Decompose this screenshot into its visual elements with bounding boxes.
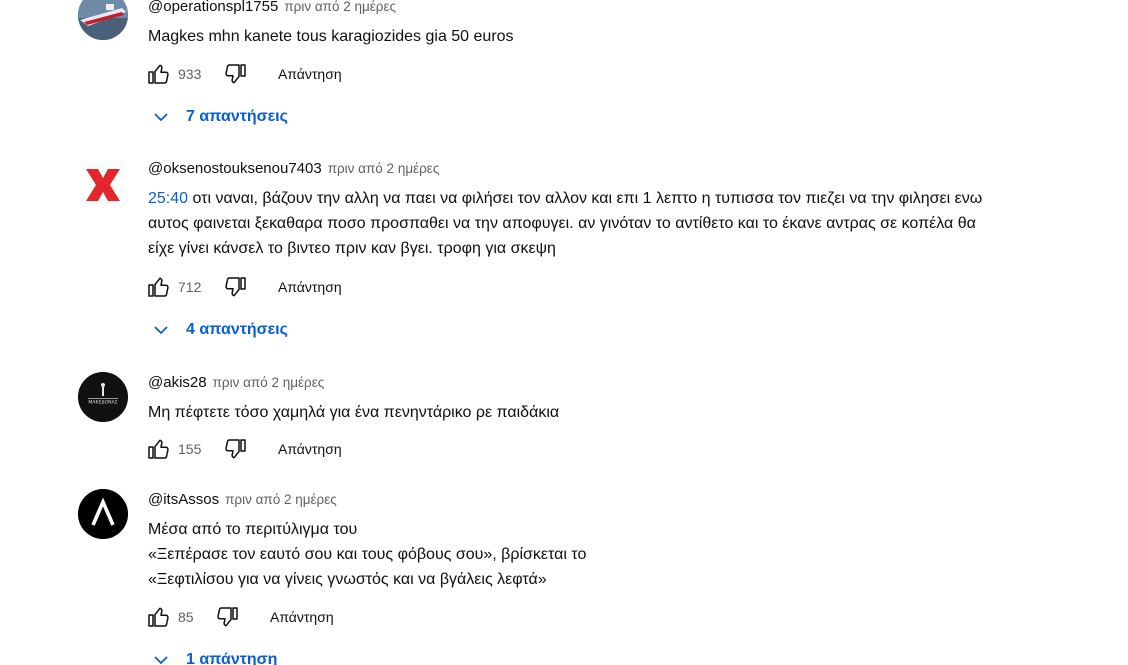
like-button[interactable] [146,274,172,300]
replies-count-label: 1 απάντηση [186,651,278,665]
dislike-button[interactable] [222,61,248,87]
thumbs-up-icon [148,277,169,297]
ship-icon [78,0,128,40]
letter-a-icon [78,489,128,539]
comment-author[interactable]: @itsAssos [148,491,219,508]
comment-line: είχε γίνει κάνσελ το βιντεο πριν καν βγε… [148,240,556,257]
thumbs-down-icon [217,607,238,627]
comment-author[interactable]: @operationspl1755 [148,0,278,15]
like-count: 712 [178,279,202,295]
like-button[interactable] [146,436,172,462]
like-count: 85 [178,609,194,625]
thumbs-up-icon [148,439,169,459]
comment-time[interactable]: πριν από 2 ημέρες [213,375,325,390]
comment-text: 25:40 οτι ναναι, βάζουν την αλλη να παει… [148,186,1108,261]
view-replies-button[interactable]: 1 απάντηση [150,645,277,665]
comment-author[interactable]: @oksenostouksenou7403 [148,160,322,177]
thumbs-down-icon [225,439,246,459]
chevron-down-icon [150,649,172,665]
comments-section: @operationspl1755 πριν από 2 ημέρες Magk… [0,0,1128,665]
comment-line: 25:40 οτι ναναι, βάζουν την αλλη να παει… [148,186,1108,211]
reply-button[interactable]: Απάντηση [278,441,342,457]
comment-line: Μη πέφτετε τόσο χαμηλά για ένα πενηντάρι… [148,404,560,421]
comment-line: «Ξεπέρασε τον εαυτό σου και τους φόβους … [148,546,587,563]
avatar-text: ΜΑΚΕΔΟΝΑΣ [88,400,117,406]
like-count: 155 [178,441,202,457]
chevron-down-icon [150,106,172,128]
comment-actions: 933 Απάντηση [146,60,342,88]
dislike-button[interactable] [222,436,248,462]
thumbs-up-icon [148,607,169,627]
comment-text: Μη πέφτετε τόσο χαμηλά για ένα πενηντάρι… [148,400,1108,425]
view-replies-button[interactable]: 4 απαντήσεις [150,315,288,345]
reply-button[interactable]: Απάντηση [270,609,334,625]
replies-count-label: 7 απαντήσεις [186,108,288,125]
comment-line: Magkes mhn kanete tous karagiozides gia … [148,28,514,45]
replies-count-label: 4 απαντήσεις [186,321,288,338]
thumbs-down-icon [225,64,246,84]
like-button[interactable] [146,61,172,87]
reply-button[interactable]: Απάντηση [278,279,342,295]
view-replies-button[interactable]: 7 απαντήσεις [150,102,288,132]
comment-time[interactable]: πριν από 2 ημέρες [328,161,440,176]
avatar[interactable]: ΜΑΚΕΔΟΝΑΣ [78,372,128,422]
like-count: 933 [178,66,202,82]
video-timestamp-link[interactable]: 25:40 [148,190,188,207]
comment-line-text: οτι ναναι, βάζουν την αλλη να παει να φι… [188,190,983,207]
avatar[interactable] [78,160,128,210]
dislike-button[interactable] [214,604,240,630]
chevron-down-icon [150,319,172,341]
comment-actions: 85 Απάντηση [146,603,334,631]
comment-time[interactable]: πριν από 2 ημέρες [225,492,337,507]
comment-time[interactable]: πριν από 2 ημέρες [284,0,396,14]
reply-button[interactable]: Απάντηση [278,66,342,82]
makedonas-logo: ΜΑΚΕΔΟΝΑΣ [78,372,128,422]
comment-actions: 155 Απάντηση [146,435,342,463]
comment-line: αυτος φαινεται ξεκαθαρα ποσο προσπαθει ν… [148,215,976,232]
thumbs-up-icon [148,64,169,84]
comment-line: «Ξεφτιλίσου για να γίνεις γνωστός και να… [148,571,547,588]
like-button[interactable] [146,604,172,630]
comment-text: Magkes mhn kanete tous karagiozides gia … [148,24,1108,49]
avatar[interactable] [78,0,128,40]
comment-author[interactable]: @akis28 [148,374,207,391]
red-x-icon [86,169,120,201]
avatar[interactable] [78,489,128,539]
comment-line: Μέσα από το περιτύλιγμα του [148,521,358,538]
comment-text: Μέσα από το περιτύλιγμα του «Ξεπέρασε το… [148,517,1108,592]
thumbs-down-icon [225,277,246,297]
comment-actions: 712 Απάντηση [146,273,342,301]
dislike-button[interactable] [222,274,248,300]
